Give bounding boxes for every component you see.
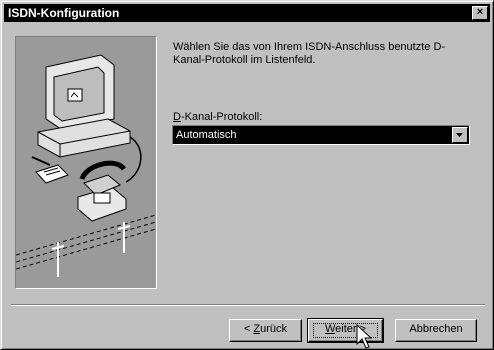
close-icon: × [476, 6, 484, 18]
button-separator [11, 304, 485, 306]
dropdown-button[interactable] [452, 127, 468, 143]
computer-telephone-illustration [15, 36, 157, 289]
close-button[interactable]: × [472, 6, 488, 20]
protocol-label: D-Kanal-Protokoll: [173, 111, 262, 123]
instruction-text: Wählen Sie das von Ihrem ISDN-Anschluss … [173, 41, 446, 66]
back-button-prefix: < [243, 323, 254, 335]
title-bar[interactable]: ISDN-Konfiguration × [4, 4, 490, 22]
window-title: ISDN-Konfiguration [8, 6, 120, 20]
protocol-label-text: -Kanal-Protokoll: [180, 111, 263, 123]
back-button[interactable]: < Zurück [229, 319, 302, 342]
chevron-down-icon [456, 133, 463, 137]
protocol-selected-value: Automatisch [176, 129, 237, 141]
protocol-label-mnemonic: D [173, 111, 181, 123]
cancel-button[interactable]: Abbrechen [395, 319, 477, 342]
protocol-dropdown[interactable]: Automatisch [172, 125, 470, 145]
mouse-pointer-icon [356, 324, 372, 349]
back-button-label: urück [260, 323, 288, 335]
isdn-config-dialog: ISDN-Konfiguration × Wählen Sie das von … [0, 0, 494, 350]
